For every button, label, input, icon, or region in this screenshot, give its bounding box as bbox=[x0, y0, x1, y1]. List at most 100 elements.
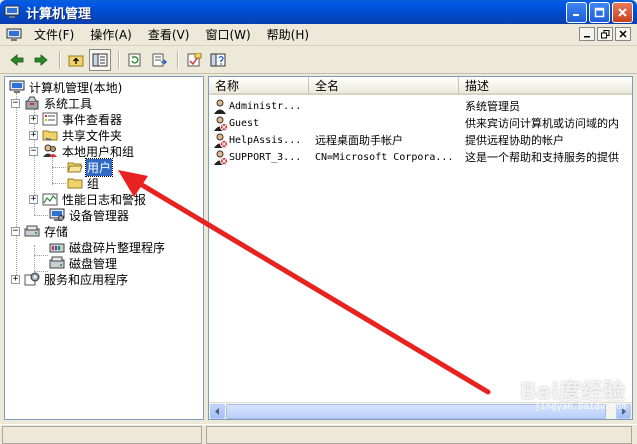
list-item[interactable]: HelpAssis... 远程桌面助手帐户 提供远程协助的帐户 bbox=[209, 132, 632, 149]
menu-bar: 文件(F) 操作(A) 查看(V) 窗口(W) 帮助(H) bbox=[0, 24, 637, 46]
tree-label: 共享文件夹 bbox=[62, 128, 123, 143]
toolbar-separator bbox=[59, 50, 60, 69]
tree-item-groups[interactable]: 组 bbox=[67, 175, 100, 191]
show-hide-tree-button[interactable] bbox=[89, 48, 111, 71]
tree-item-storage[interactable]: − 存储 bbox=[11, 223, 69, 239]
tree-item-services-applications[interactable]: + 服务和应用程序 bbox=[11, 271, 129, 287]
child-restore-button[interactable] bbox=[597, 27, 613, 41]
refresh-button[interactable] bbox=[124, 49, 146, 71]
maximize-button[interactable] bbox=[589, 2, 610, 23]
forward-button[interactable] bbox=[30, 49, 52, 71]
menu-action[interactable]: 操作(A) bbox=[82, 26, 140, 44]
menu-help[interactable]: 帮助(H) bbox=[259, 26, 317, 44]
full-name-cell: CN=Microsoft Corpora... bbox=[315, 152, 454, 163]
title-bar[interactable]: 计算机管理 bbox=[0, 0, 637, 24]
tree-item-performance-logs[interactable]: + 性能日志和警报 bbox=[29, 191, 147, 207]
tree-item-event-viewer[interactable]: + 事件查看器 bbox=[29, 111, 123, 127]
close-button[interactable] bbox=[612, 2, 633, 23]
arrow-left-icon bbox=[215, 408, 219, 415]
event-viewer-icon bbox=[42, 112, 58, 126]
user-name: HelpAssis... bbox=[229, 135, 302, 146]
close-icon bbox=[618, 8, 627, 17]
tree-label: 磁盘管理 bbox=[69, 256, 118, 271]
tree-label: 本地用户和组 bbox=[62, 144, 135, 159]
toolbar-separator bbox=[177, 50, 178, 69]
expand-toggle[interactable]: + bbox=[11, 274, 20, 284]
minimize-button[interactable] bbox=[566, 2, 587, 23]
toolbar bbox=[0, 46, 637, 74]
expand-toggle[interactable]: + bbox=[29, 130, 38, 140]
description-cell: 供来宾访问计算机或访问域的内 bbox=[465, 117, 619, 130]
users-group-icon bbox=[43, 144, 57, 157]
tree-label: 事件查看器 bbox=[62, 112, 123, 127]
collapse-toggle[interactable]: − bbox=[11, 226, 20, 236]
column-header-name[interactable]: 名称 bbox=[209, 77, 309, 95]
open-folder-icon bbox=[67, 162, 83, 173]
expand-toggle[interactable]: + bbox=[29, 114, 38, 124]
tree-label: 磁盘碎片整理程序 bbox=[69, 240, 166, 255]
services-applications-icon bbox=[24, 272, 40, 286]
full-name-cell bbox=[315, 98, 461, 115]
tree-label: 存储 bbox=[44, 224, 69, 239]
tree-label: 服务和应用程序 bbox=[44, 272, 129, 287]
console-tree[interactable]: 计算机管理(本地) − 系统工具 + 事件查看器 + 共享文件夹 − 本地用户和… bbox=[4, 76, 204, 420]
collapse-toggle[interactable]: − bbox=[11, 98, 20, 108]
tree-label-selected: 用户 bbox=[84, 157, 114, 177]
tree-item-disk-defragmenter[interactable]: 磁盘碎片整理程序 bbox=[49, 239, 166, 255]
toolbar-separator bbox=[118, 50, 119, 69]
list-item[interactable]: SUPPORT_3... CN=Microsoft Corpora... 这是一… bbox=[209, 149, 632, 166]
status-pane bbox=[206, 426, 632, 444]
restore-icon bbox=[600, 29, 609, 38]
description-cell: 提供远程协助的帐户 bbox=[465, 134, 564, 147]
disabled-user-icon bbox=[214, 150, 228, 165]
disk-defragmenter-icon bbox=[49, 243, 65, 253]
user-name-cell: HelpAssis... bbox=[213, 132, 313, 149]
list-item[interactable]: Guest 供来宾访问计算机或访问域的内 bbox=[209, 115, 632, 132]
tree-item-computer-management[interactable]: 计算机管理(本地) bbox=[9, 79, 123, 95]
disabled-user-icon bbox=[214, 133, 228, 148]
back-icon bbox=[10, 53, 24, 66]
tree-item-disk-management[interactable]: 磁盘管理 bbox=[49, 255, 118, 271]
help-icon bbox=[210, 53, 226, 66]
expand-toggle[interactable]: + bbox=[29, 194, 38, 204]
help-button[interactable] bbox=[207, 49, 229, 71]
user-icon bbox=[214, 99, 226, 114]
export-icon bbox=[152, 53, 167, 66]
up-one-level-button[interactable] bbox=[65, 49, 87, 71]
collapse-toggle[interactable]: − bbox=[29, 146, 38, 156]
status-pane bbox=[2, 426, 202, 444]
watermark-url: jingyan.baidu.com bbox=[534, 402, 627, 412]
child-minimize-button[interactable] bbox=[579, 27, 595, 41]
description-cell: 这是一个帮助和支持服务的提供 bbox=[465, 151, 619, 164]
full-name-cell bbox=[315, 115, 461, 132]
export-list-button[interactable] bbox=[148, 49, 170, 71]
details-list[interactable]: 名称 全名 描述 Administr... 系统管理员 Guest 供来宾访问计… bbox=[208, 76, 633, 420]
column-header-full-name[interactable]: 全名 bbox=[309, 77, 459, 95]
tree-item-users[interactable]: 用户 bbox=[67, 157, 114, 177]
status-bar bbox=[0, 424, 637, 444]
show-tree-icon bbox=[92, 53, 108, 66]
tree-item-local-users-groups[interactable]: − 本地用户和组 bbox=[29, 143, 135, 159]
tree-label: 性能日志和警报 bbox=[62, 192, 147, 207]
child-close-button[interactable] bbox=[615, 27, 631, 41]
device-manager-icon bbox=[49, 208, 65, 221]
tree-item-shared-folders[interactable]: + 共享文件夹 bbox=[29, 127, 123, 143]
user-name-cell: Guest bbox=[213, 115, 313, 132]
tree-label: 组 bbox=[87, 176, 100, 191]
column-header-description[interactable]: 描述 bbox=[459, 77, 632, 95]
tree-item-system-tools[interactable]: − 系统工具 bbox=[11, 95, 93, 111]
menu-file[interactable]: 文件(F) bbox=[26, 26, 82, 44]
minimize-icon bbox=[573, 14, 579, 16]
properties-button[interactable] bbox=[183, 49, 205, 71]
back-button[interactable] bbox=[6, 49, 28, 71]
list-item[interactable]: Administr... 系统管理员 bbox=[209, 98, 632, 115]
user-name-cell: Administr... bbox=[213, 98, 313, 115]
menu-window[interactable]: 窗口(W) bbox=[197, 26, 258, 44]
tree-item-device-manager[interactable]: 设备管理器 bbox=[49, 207, 130, 223]
system-menu-icon[interactable] bbox=[6, 28, 22, 42]
up-folder-icon bbox=[68, 55, 84, 66]
user-name: Guest bbox=[229, 118, 260, 129]
maximize-icon bbox=[594, 7, 605, 18]
scroll-left-button[interactable] bbox=[210, 404, 225, 419]
menu-view[interactable]: 查看(V) bbox=[140, 26, 198, 44]
